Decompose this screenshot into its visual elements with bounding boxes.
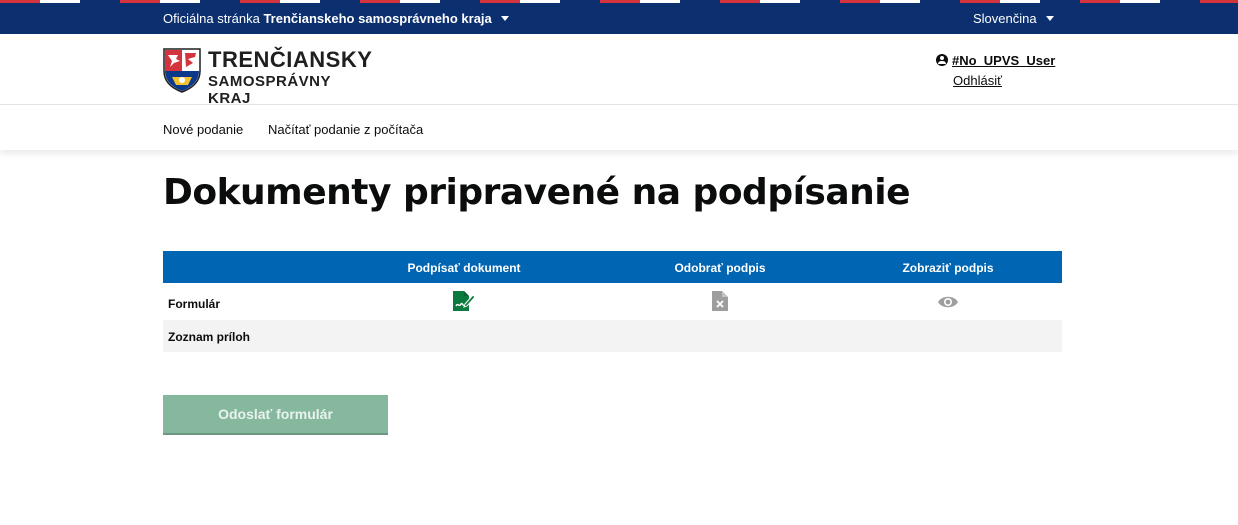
site-logo[interactable]: TRENČIANSKY SAMOSPRÁVNY KRAJ [162,47,372,107]
logout-link[interactable]: Odhlásiť [953,73,1002,88]
user-name-link[interactable]: #No_UPVS_User [952,53,1055,68]
nav-item-load-from-computer[interactable]: Načítať podanie z počítača [268,122,423,137]
page-title: Dokumenty pripravené na podpísanie [163,172,911,213]
submit-form-button[interactable]: Odoslať formulár [163,395,388,435]
user-account[interactable]: #No_UPVS_User [936,53,1055,68]
row-label: Zoznam príloh [168,330,250,344]
main-navigation: Nové podanie Načítať podanie z počítača [0,104,1238,150]
row-label: Formulár [168,297,221,311]
signing-table: Podpísať dokument Odobrať podpis Zobrazi… [163,251,1062,352]
user-circle-icon [936,54,948,66]
column-header-view-signature: Zobraziť podpis [902,261,994,275]
caret-down-icon [1046,16,1055,22]
official-region-name: Trenčianskeho samosprávneho kraja [263,11,492,26]
table-header: Podpísať dokument Odobrať podpis Zobrazi… [163,251,1062,283]
language-label: Slovenčina [973,11,1037,26]
top-bar: Oficiálna stránka Trenčianskeho samosprá… [0,0,1238,34]
view-signature-icon[interactable] [937,295,959,314]
official-site-dropdown[interactable]: Oficiálna stránka Trenčianskeho samosprá… [163,11,510,26]
nav-item-new-submission[interactable]: Nové podanie [163,122,243,137]
coat-of-arms-icon [163,48,201,93]
table-row: Formulár [163,283,1062,320]
official-prefix: Oficiálna stránka [163,11,260,26]
logo-subtitle: SAMOSPRÁVNY KRAJ [208,73,331,107]
logo-title: TRENČIANSKY [208,47,373,72]
caret-down-icon [501,16,510,22]
flag-stripes [0,0,1238,3]
language-dropdown[interactable]: Slovenčina [973,11,1055,26]
remove-signature-icon[interactable] [712,291,728,316]
column-header-remove-signature: Odobrať podpis [674,261,766,275]
table-row: Zoznam príloh [163,320,1062,352]
sign-document-icon[interactable] [452,290,476,317]
column-header-sign: Podpísať dokument [407,261,521,275]
